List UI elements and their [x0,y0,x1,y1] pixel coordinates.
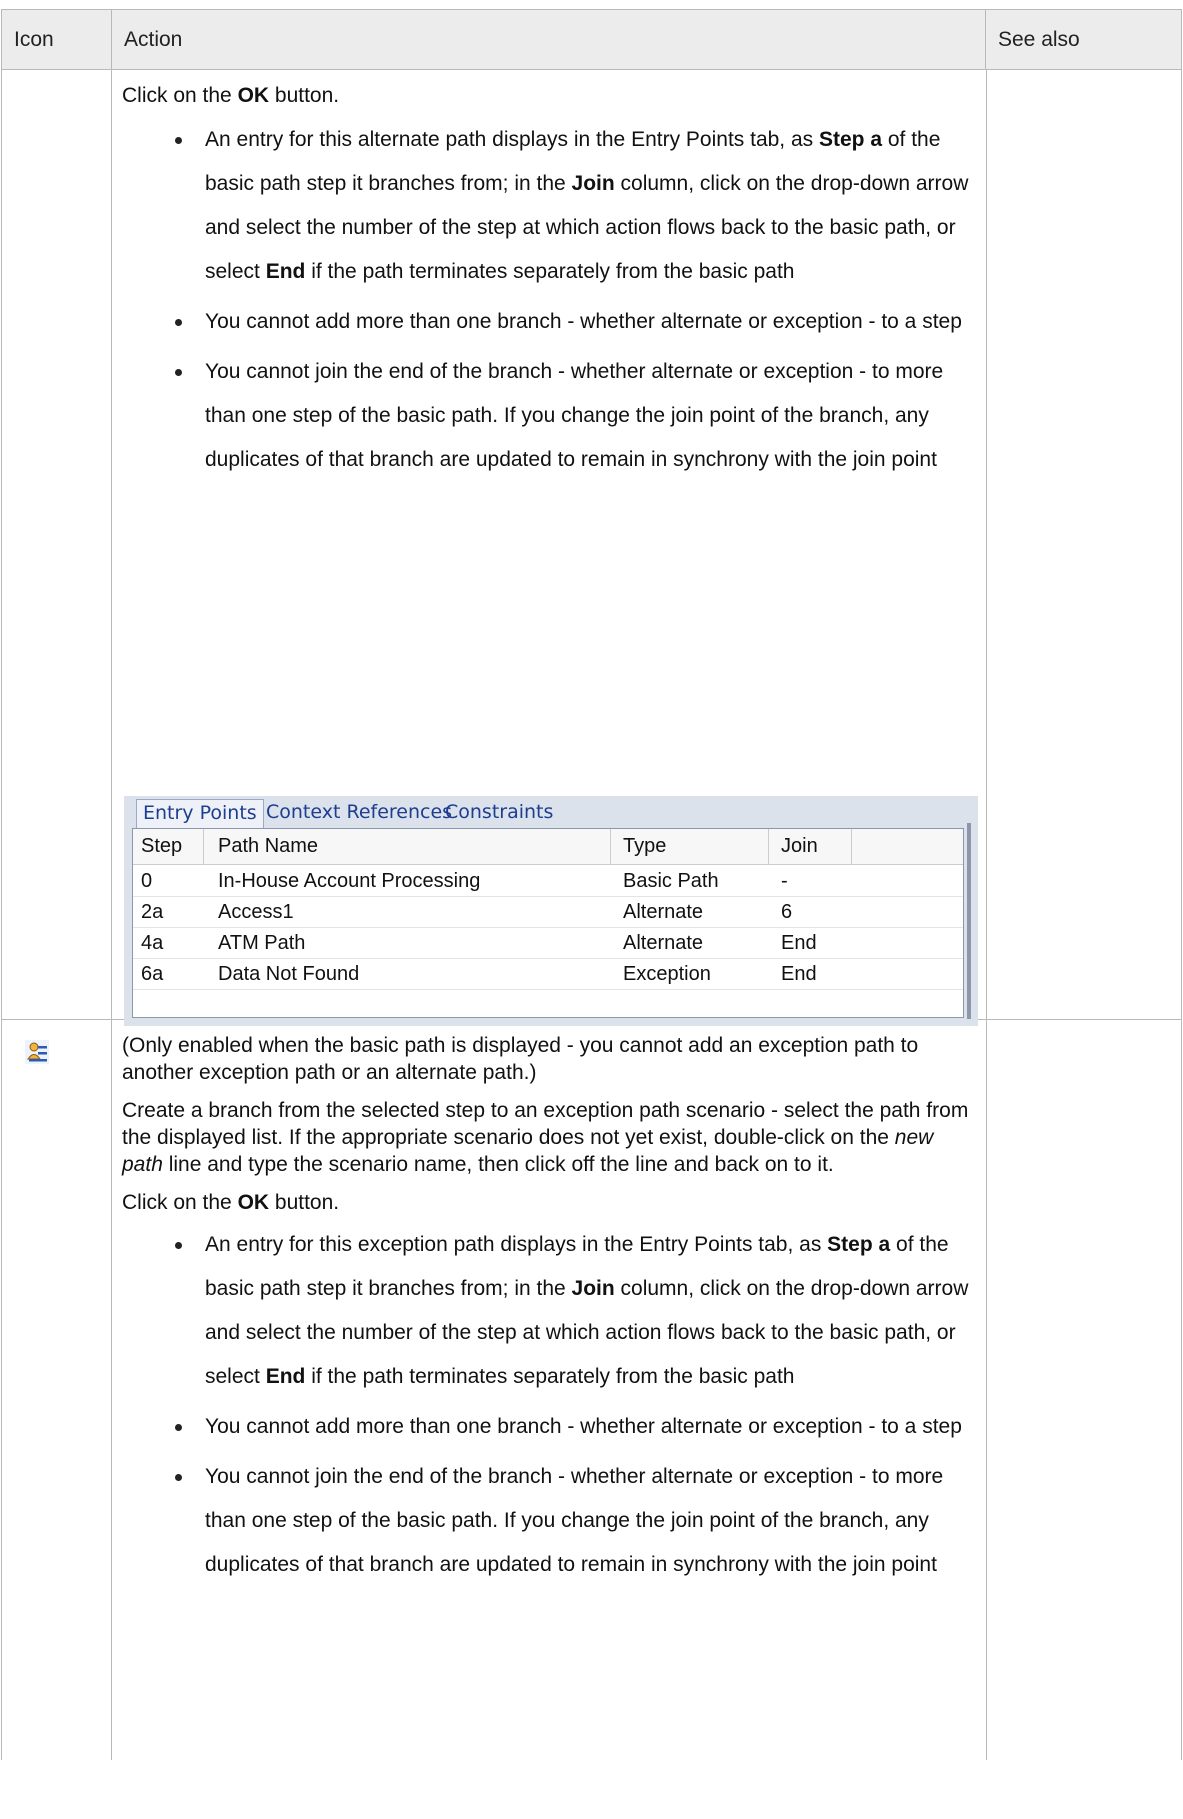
bullet-item: You cannot add more than one branch - wh… [112,300,986,344]
grid-cell: Alternate [623,932,704,954]
bullet-item: You cannot join the end of the branch - … [112,1455,986,1587]
grid-cell: Data Not Found [218,963,360,985]
grid-cell: 2a [141,901,164,923]
grid-row[interactable]: 2a Access1 Alternate 6 [133,897,963,928]
grid-cell: ATM Path [218,932,306,954]
click-ok-text: Click on the OK button. [122,84,340,107]
header-action: Action [112,10,986,69]
create-branch-text: Create a branch from the selected step t… [122,1099,969,1176]
grid-cell: In-House Account Processing [218,870,481,892]
header-icon: Icon [2,10,112,69]
entry-points-screenshot: Entry Points Context References Constrai… [124,796,978,1026]
bullet-item: You cannot add more than one branch - wh… [112,1405,986,1449]
bullet-list: An entry for this alternate path display… [112,118,986,488]
click-ok-text: Click on the OK button. [122,1191,340,1214]
table-header: Icon Action See also [1,10,1182,70]
exception-path-icon [25,1040,49,1064]
grid-cell: 4a [141,932,164,954]
help-table: Icon Action See also Click on the OK but… [1,9,1182,1760]
table-row: Click on the OK button. An entry for thi… [1,70,1182,1026]
bullet-dot [175,319,182,326]
bullet-dot [175,369,182,376]
grid-cell: Alternate [623,901,704,923]
grid-cell: Basic Path [623,870,719,892]
col-step[interactable]: Step [141,835,182,858]
bullet-dot [175,1242,182,1249]
col-join[interactable]: Join [781,835,818,858]
grid-row[interactable]: 0 In-House Account Processing Basic Path - [133,866,963,897]
col-type[interactable]: Type [623,835,666,858]
tab-context-references[interactable]: Context References [266,799,452,828]
grid-cell: Exception [623,963,711,985]
bullet-dot [175,1474,182,1481]
grid-row[interactable]: 6a Data Not Found Exception End [133,959,963,990]
bullet-dot [175,137,182,144]
table-row: (Only enabled when the basic path is dis… [1,1020,1182,1760]
tab-constraints[interactable]: Constraints [445,799,553,828]
bullet-item: An entry for this alternate path display… [112,118,986,294]
action-cell: Click on the OK button. An entry for thi… [112,82,986,488]
grid-cell: 6 [781,901,793,923]
icon-cell [2,70,112,1019]
grid-row[interactable]: 4a ATM Path Alternate End [133,928,963,959]
grid-cell: - [781,870,788,892]
grid-header: Step Path Name Type Join [133,829,963,865]
header-see-also: See also [998,28,1080,51]
grid-cell: End [781,963,817,985]
bullet-item: You cannot join the end of the branch - … [112,350,986,482]
bullet-item: An entry for this exception path display… [112,1223,986,1399]
icon-cell [2,1020,112,1760]
grid-cell: 6a [141,963,164,985]
bullet-list: An entry for this exception path display… [112,1223,986,1593]
action-cell: (Only enabled when the basic path is dis… [112,1032,986,1593]
enabled-note: (Only enabled when the basic path is dis… [122,1034,919,1084]
bullet-dot [175,1424,182,1431]
grid-cell: End [781,932,817,954]
col-path-name[interactable]: Path Name [218,835,318,858]
entry-points-grid: Step Path Name Type Join 0 In-House Accou… [132,823,971,1019]
grid-cell: Access1 [218,901,294,923]
grid-cell: 0 [141,870,153,892]
tab-entry-points[interactable]: Entry Points [136,799,264,828]
